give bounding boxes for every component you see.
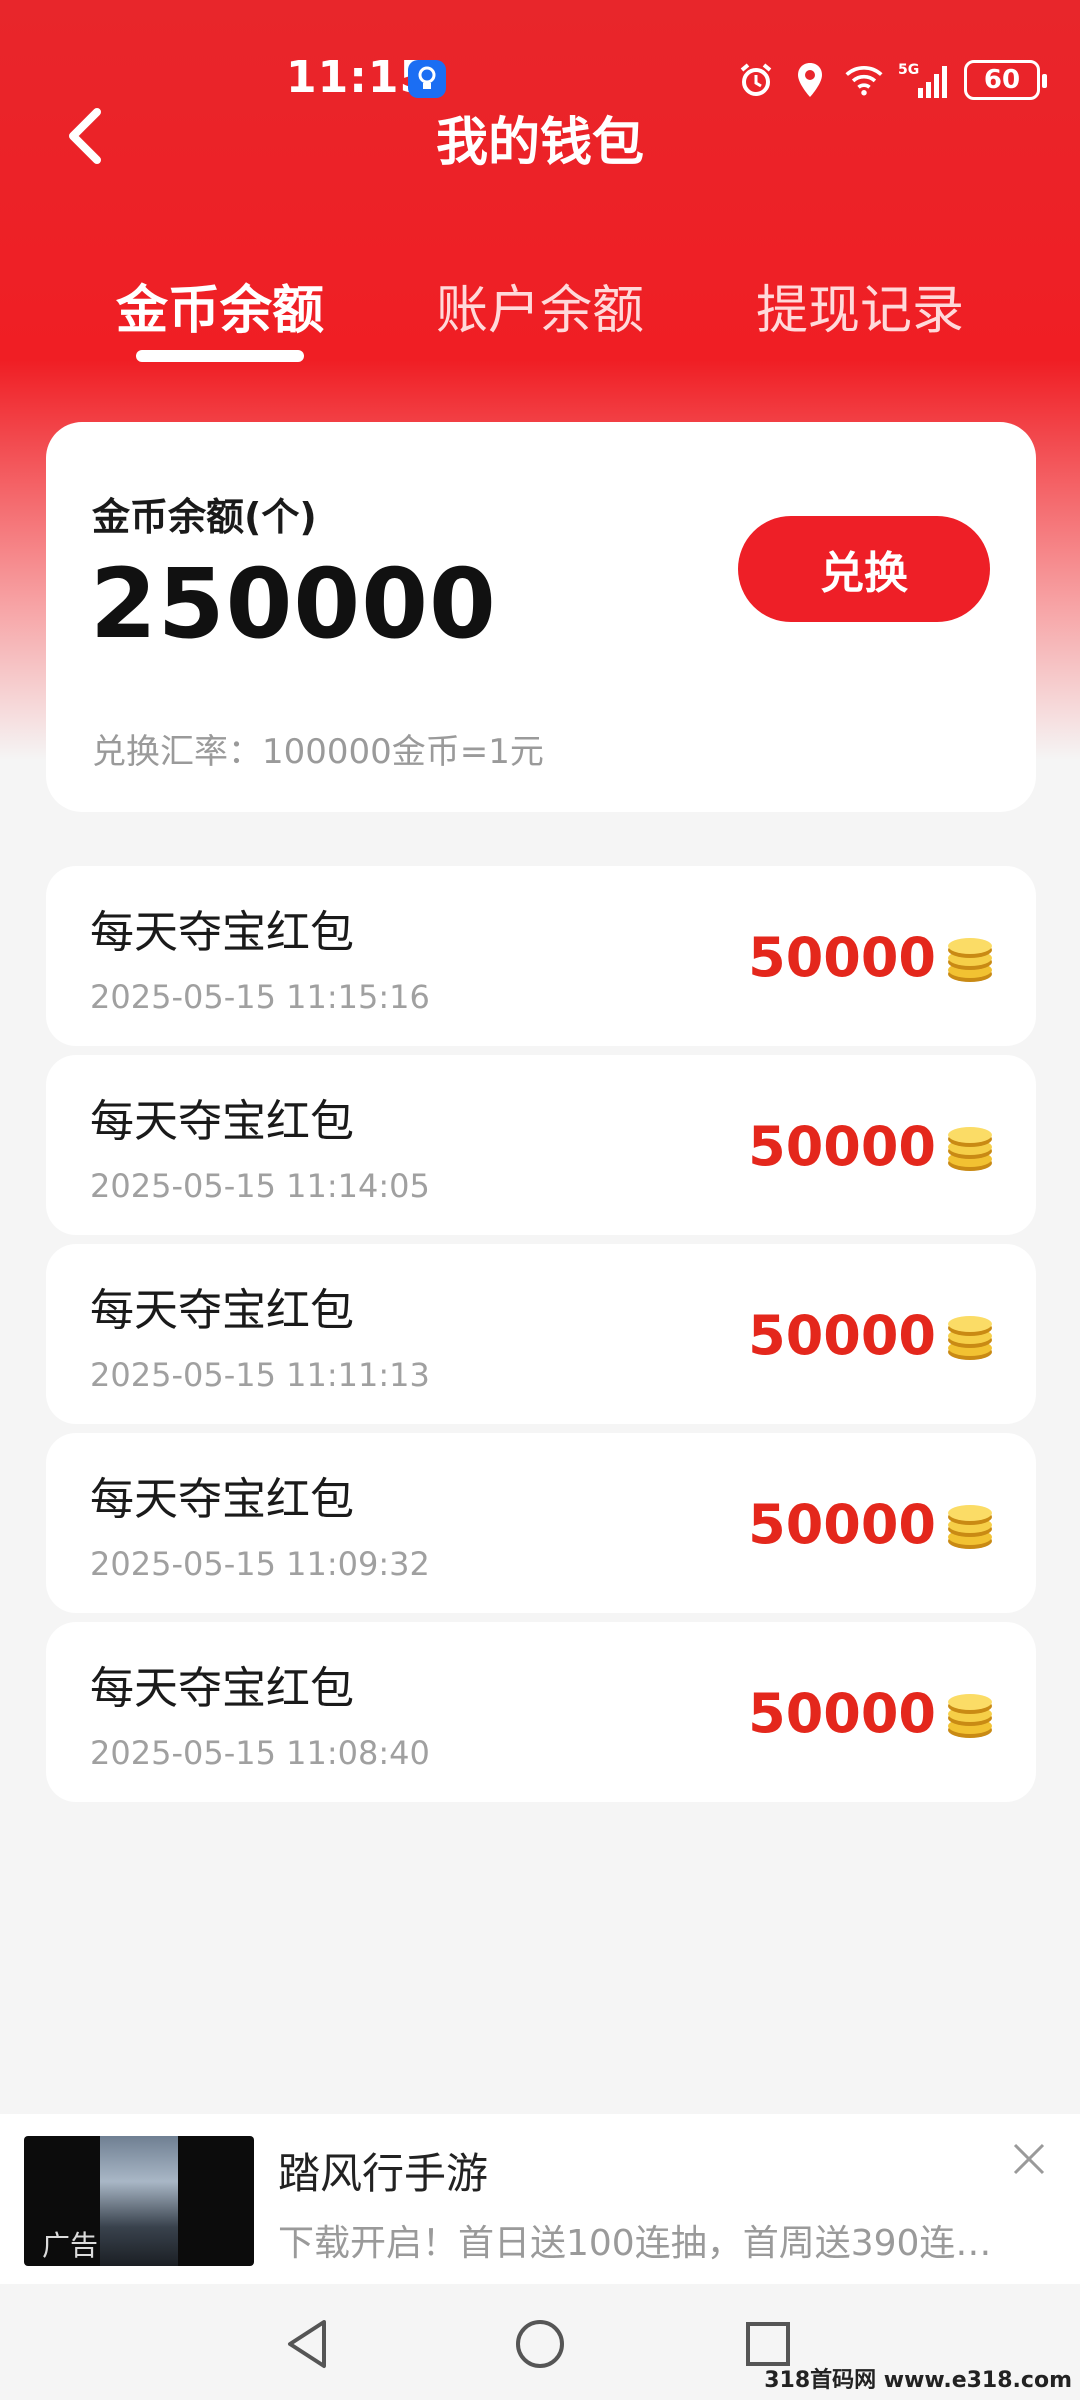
ad-title: 踏风行手游 [278, 2149, 489, 2198]
alarm-icon [736, 60, 776, 100]
record-amount: 50000 [748, 1493, 936, 1556]
list-item: 每天夺宝红包 2025-05-15 11:14:05 50000 [46, 1055, 1036, 1235]
coin-balance-card: 金币余额(个) 250000 兑换 兑换汇率：100000金币=1元 [46, 422, 1036, 812]
record-amount: 50000 [748, 926, 936, 989]
tab-account-balance[interactable]: 账户余额 [410, 268, 670, 343]
page-title: 我的钱包 [435, 113, 644, 173]
wifi-icon [844, 60, 884, 100]
record-title: 每天夺宝红包 [90, 1474, 354, 1525]
coin-balance-amount: 250000 [90, 548, 497, 660]
record-amount: 50000 [748, 1115, 936, 1178]
tab-withdraw-records[interactable]: 提现记录 [730, 268, 990, 343]
svg-text:5G: 5G [898, 62, 919, 78]
coin-stack-icon [948, 1505, 992, 1549]
ad-description: 下载开启！首日送100连抽，首周送390连… [278, 2223, 992, 2264]
record-title: 每天夺宝红包 [90, 1096, 354, 1147]
wallet-page: 11:15 5G 60 我的钱包 金币余额 账户余额 提现记录 金币余额(个) … [0, 0, 1080, 2400]
bulb-icon [408, 60, 446, 98]
record-time: 2025-05-15 11:14:05 [90, 1167, 430, 1205]
record-time: 2025-05-15 11:15:16 [90, 978, 430, 1016]
coin-balance-label: 金币余额(个) [92, 495, 317, 539]
record-amount: 50000 [748, 1304, 936, 1367]
coin-stack-icon [948, 1127, 992, 1171]
5g-signal-icon: 5G [898, 60, 950, 100]
record-title: 每天夺宝红包 [90, 907, 354, 958]
list-item: 每天夺宝红包 2025-05-15 11:15:16 50000 [46, 866, 1036, 1046]
record-title: 每天夺宝红包 [90, 1285, 354, 1336]
list-item: 每天夺宝红包 2025-05-15 11:11:13 50000 [46, 1244, 1036, 1424]
status-icons: 5G 60 [736, 56, 1047, 104]
record-time: 2025-05-15 11:11:13 [90, 1356, 430, 1394]
coin-stack-icon [948, 1316, 992, 1360]
list-item: 每天夺宝红包 2025-05-15 11:09:32 50000 [46, 1433, 1036, 1613]
record-amount: 50000 [748, 1682, 936, 1745]
record-time: 2025-05-15 11:09:32 [90, 1545, 430, 1583]
ad-banner[interactable]: 广告 踏风行手游 下载开启！首日送100连抽，首周送390连… [0, 2114, 1080, 2284]
nav-home-icon[interactable] [510, 2314, 570, 2374]
record-title: 每天夺宝红包 [90, 1663, 354, 1714]
exchange-button[interactable]: 兑换 [738, 516, 990, 622]
nav-back-icon[interactable] [278, 2314, 338, 2374]
active-tab-indicator [136, 350, 304, 362]
exchange-rate: 兑换汇率：100000金币=1元 [92, 732, 544, 772]
close-icon[interactable] [1004, 2134, 1054, 2184]
record-time: 2025-05-15 11:08:40 [90, 1734, 430, 1772]
list-item: 每天夺宝红包 2025-05-15 11:08:40 50000 [46, 1622, 1036, 1802]
ad-label: 广告 [42, 2229, 99, 2262]
coin-stack-icon [948, 1694, 992, 1738]
ad-thumbnail[interactable]: 广告 [24, 2136, 254, 2266]
ad-image [100, 2136, 178, 2266]
coin-stack-icon [948, 938, 992, 982]
location-icon [790, 60, 830, 100]
battery-icon: 60 [964, 60, 1047, 100]
system-nav-bar: 318首码网 www.e318.com [0, 2284, 1080, 2400]
watermark: 318首码网 www.e318.com [764, 2368, 1072, 2393]
tab-coin-balance[interactable]: 金币余额 [90, 268, 350, 343]
